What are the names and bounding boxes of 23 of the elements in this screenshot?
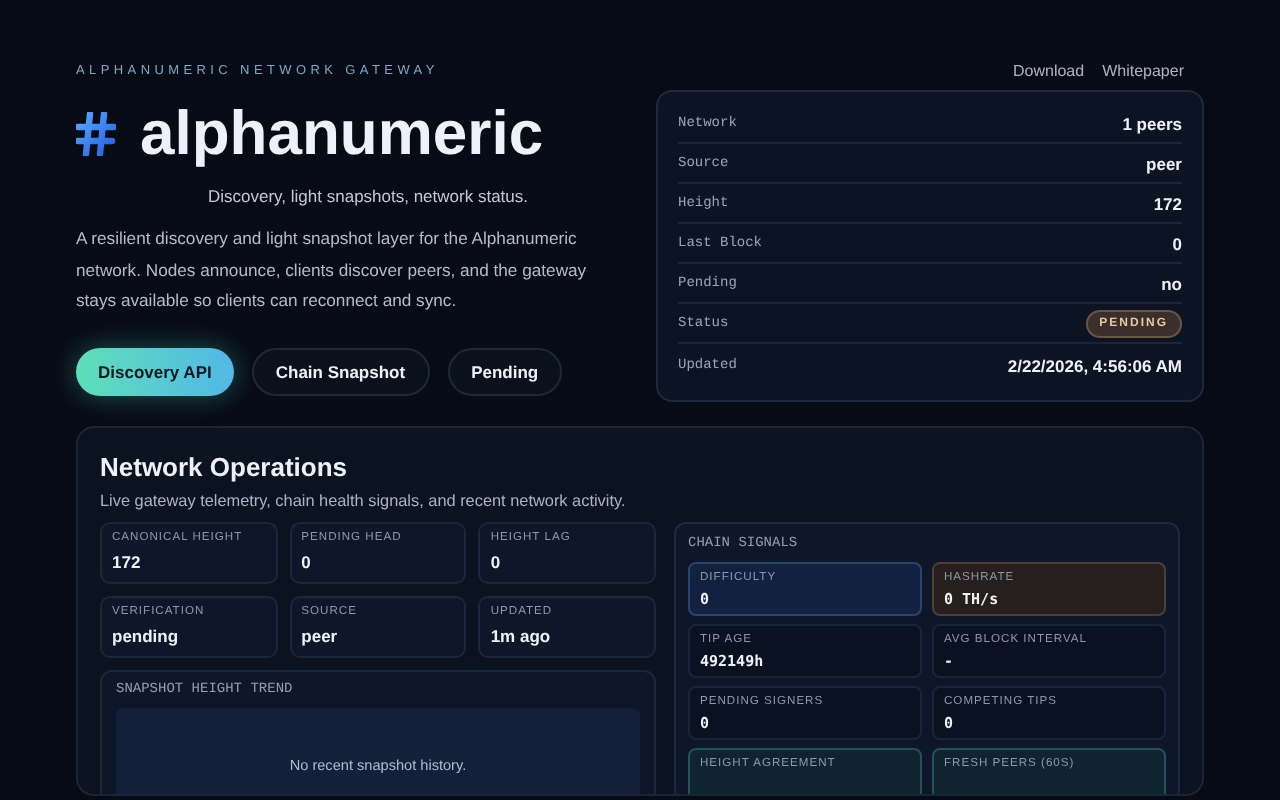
section-subtitle: Live gateway telemetry, chain health signals, and recent network activity. — [100, 492, 628, 510]
stat-value: pending — [112, 626, 181, 646]
field-value: 1 peers — [1122, 113, 1182, 133]
field-value: 0 — [1172, 233, 1182, 253]
stat-value: peer — [301, 626, 340, 646]
stat-value: 172 — [112, 552, 143, 572]
field-value: no — [1161, 273, 1182, 293]
primary-button[interactable]: Discovery API — [76, 347, 234, 395]
tagline: Discovery, light snapshots, network status. — [206, 186, 530, 206]
field-value: 2/22/2026, 4:56:06 AM — [1007, 356, 1182, 376]
section-title: Network Operations — [100, 452, 350, 482]
description: A resilient discovery and light snapshot layer for the Alphanumeric network. Nodes announce, clients discover peers, and the gateway stays available so clients can reconnect and sync. — [76, 226, 589, 314]
nav-link[interactable]: Whitepaper — [1102, 62, 1184, 80]
secondary-button[interactable]: Pending — [447, 347, 563, 395]
app-title: alphanumeric — [140, 98, 544, 170]
secondary-button[interactable]: Chain Snapshot — [251, 347, 430, 395]
stat-value: 0 — [490, 552, 503, 572]
nav-link[interactable]: Download — [1013, 62, 1085, 80]
field-value: peer — [1146, 153, 1182, 173]
stat-value: 1m ago — [490, 626, 553, 646]
stat-value: 0 — [301, 552, 313, 572]
field-value: 172 — [1153, 193, 1182, 213]
hash-icon — [76, 112, 116, 156]
